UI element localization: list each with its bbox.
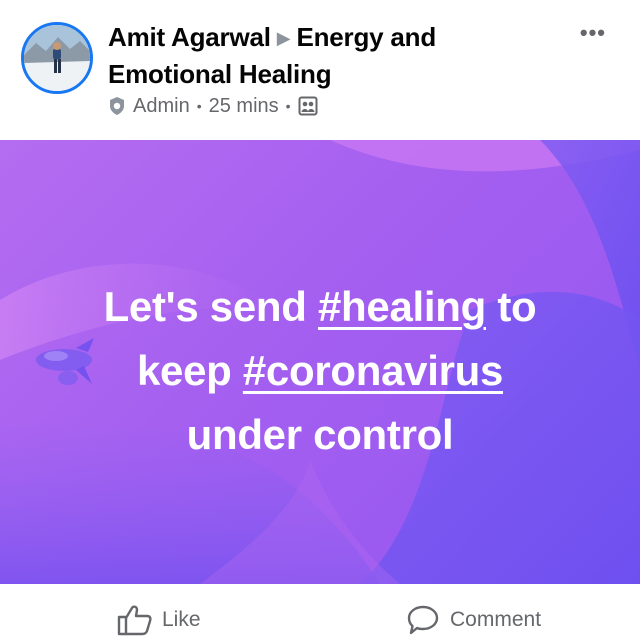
group-name-line2: Emotional Healing [108,59,332,89]
comment-label: Comment [450,608,542,631]
post-meta: Admin • 25 mins • [108,92,318,120]
separator-dot: • [285,98,291,114]
post-text: Let's send #healing to keep #coronavirus… [20,275,620,467]
arrow-right-icon: ▶ [276,28,291,48]
post-text-line3: under control [186,411,454,458]
comment-icon [406,604,440,636]
comment-button[interactable]: Comment [406,604,541,636]
post-background: Let's send #healing to keep #coronavirus… [0,140,640,584]
post-header: Amit Agarwal ▶ Energy and Emotional Healing… [0,0,640,140]
post-title: Amit Agarwal ▶ Energy and Emotional Healing [108,20,548,91]
admin-badge: Admin [133,94,190,117]
group-audience-icon[interactable] [298,96,318,116]
post-text-segment: Let's send [103,283,318,330]
author-avatar[interactable] [21,22,93,94]
thumbs-up-icon [116,604,152,636]
separator-dot: • [196,98,202,114]
admin-shield-icon [108,96,126,116]
like-label: Like [162,608,201,631]
post-action-bar: Like Comment [0,584,640,640]
group-name-line1: Energy and [296,22,437,52]
post-timestamp[interactable]: 25 mins [209,95,279,118]
hashtag-coronavirus-link[interactable]: #coronavirus [243,347,503,394]
author-name[interactable]: Amit Agarwal [108,22,271,52]
post-text-line2: keep #coronavirus [20,339,620,403]
like-button[interactable]: Like [116,604,201,636]
post-text-line1: Let's send #healing to [20,275,620,339]
post-text-segment: to [485,283,537,330]
hashtag-healing-link[interactable]: #healing [318,283,486,330]
facebook-post: Amit Agarwal ▶ Energy and Emotional Healing… [0,0,640,640]
more-options-icon[interactable]: ••• [580,22,606,44]
post-text-segment: keep [136,347,243,394]
